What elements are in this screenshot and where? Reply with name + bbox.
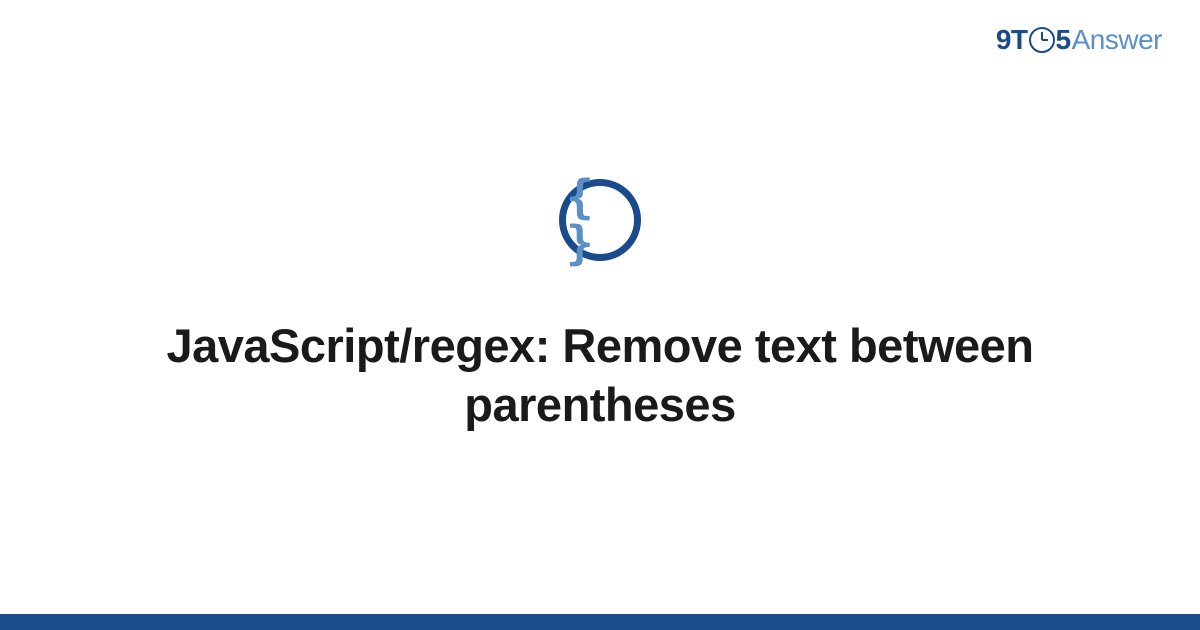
- page-title: JavaScript/regex: Remove text between pa…: [150, 317, 1050, 435]
- braces-icon: { }: [566, 174, 634, 266]
- main-content: { } JavaScript/regex: Remove text betwee…: [0, 0, 1200, 614]
- category-icon-circle: { }: [559, 179, 641, 261]
- bottom-accent-bar: [0, 614, 1200, 630]
